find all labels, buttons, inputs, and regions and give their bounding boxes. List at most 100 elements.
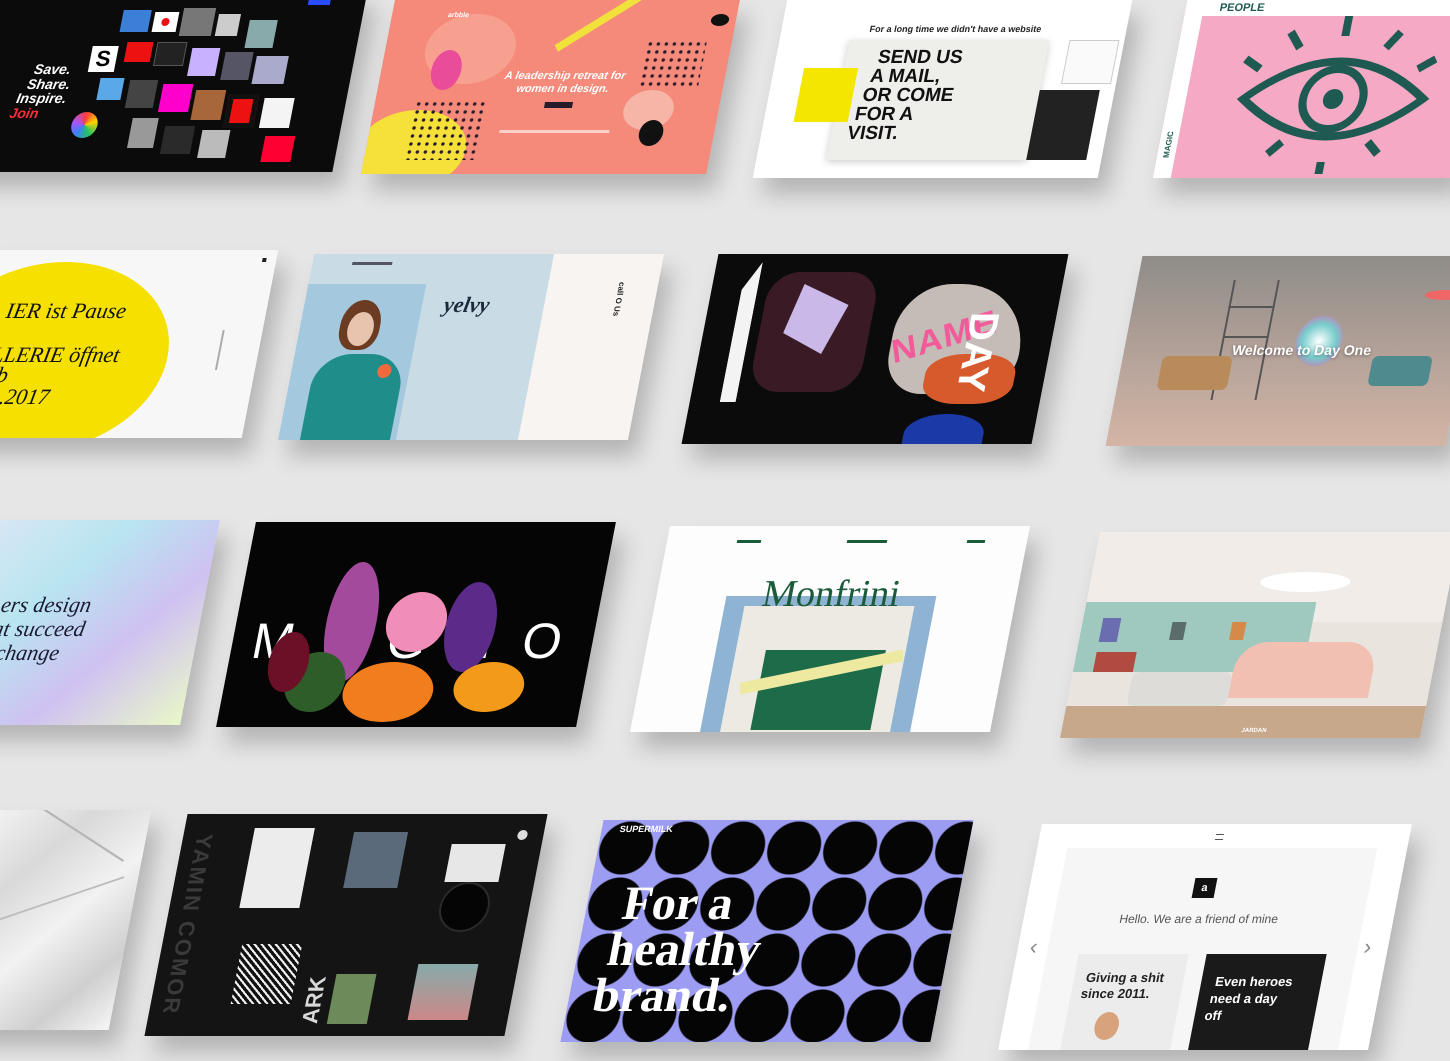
supermilk-brand: SUPERMILK bbox=[618, 824, 674, 834]
toggle-icon[interactable] bbox=[516, 830, 529, 840]
tile-monfrini[interactable]: Monfrini bbox=[629, 526, 1031, 732]
blue-blob bbox=[899, 414, 988, 444]
tile-pause[interactable]: IER ist Pause LLERIE öffnet ab 09.2017 bbox=[0, 250, 279, 438]
photo bbox=[1026, 90, 1100, 160]
vertical-title: YAMIN COMOR bbox=[157, 834, 218, 1016]
send-us-text: SEND US bbox=[876, 47, 965, 68]
tile-nameday[interactable]: NAME DAY bbox=[681, 254, 1069, 444]
thumb bbox=[152, 42, 188, 66]
pause-line-4: 09.2017 bbox=[0, 384, 52, 409]
side-text bbox=[214, 330, 225, 370]
holo-sphere bbox=[1291, 316, 1347, 366]
photo bbox=[444, 844, 506, 882]
dots bbox=[637, 40, 708, 90]
s-tile: S bbox=[87, 46, 119, 72]
a-mail-text: A MAIL, bbox=[868, 66, 943, 87]
typographic-poster bbox=[230, 944, 303, 1004]
thumb bbox=[222, 94, 260, 128]
gallery-caption: JARDAN bbox=[1240, 728, 1267, 734]
black-blob bbox=[709, 14, 731, 26]
dots bbox=[403, 100, 486, 160]
thumb bbox=[214, 14, 242, 36]
tile-gallery[interactable]: JARDAN bbox=[1059, 532, 1450, 738]
shelf bbox=[1228, 306, 1275, 308]
tile-magno[interactable]: MAGNO bbox=[216, 522, 616, 727]
tile-dark[interactable]: YAMIN COMOR ARK bbox=[144, 814, 548, 1036]
retreat-headline: A leadership retreat for women in design… bbox=[503, 70, 627, 95]
chairs bbox=[1367, 356, 1434, 386]
marble-vein bbox=[30, 810, 125, 862]
text-block bbox=[1060, 40, 1120, 84]
photo bbox=[326, 974, 377, 1024]
showcase-stage: Save. Share. Inspire. Join S arbble A le… bbox=[0, 0, 1450, 1061]
brand-logo: a bbox=[1191, 878, 1218, 898]
monfrini-word: Monfrini bbox=[758, 573, 905, 615]
tile-dayone[interactable]: Welcome to Day One bbox=[1105, 256, 1450, 446]
nav-left[interactable] bbox=[736, 540, 762, 543]
thumb bbox=[126, 118, 159, 148]
magazine bbox=[239, 828, 315, 908]
color-wheel-icon bbox=[68, 112, 100, 138]
tile-retreat[interactable]: arbble A leadership retreat for women in… bbox=[361, 0, 740, 174]
tile-leaders[interactable]: ers design at succeed f change bbox=[0, 520, 220, 725]
thumb bbox=[123, 42, 154, 62]
footer-links bbox=[499, 130, 610, 133]
giving-line-1: Giving a shit bbox=[1084, 970, 1166, 985]
tile-supermilk[interactable]: SUPERMILK For a healthy brand. bbox=[560, 820, 974, 1042]
vinyl-record bbox=[434, 882, 495, 932]
thumb bbox=[190, 90, 227, 120]
card-giving[interactable]: Giving a shit since 2011. bbox=[1059, 954, 1189, 1050]
thumb bbox=[178, 8, 217, 36]
menu-dot[interactable] bbox=[261, 258, 267, 262]
eye-icon bbox=[1236, 16, 1438, 174]
cta-button[interactable] bbox=[543, 102, 574, 108]
leaders-line-3: f change bbox=[0, 640, 62, 665]
nav-center[interactable] bbox=[846, 540, 888, 543]
join-link[interactable]: Join bbox=[8, 105, 40, 121]
tile-friend[interactable]: a Hello. We are a friend of mine Giving … bbox=[998, 824, 1412, 1050]
avatar bbox=[1091, 1012, 1122, 1040]
thumb bbox=[151, 12, 180, 32]
tile-sendmail[interactable]: For a long time we didn't have a website… bbox=[752, 0, 1133, 178]
yelvy-logo: yelvy bbox=[441, 292, 492, 317]
visit-text: VISIT. bbox=[845, 123, 901, 144]
call-us-link[interactable]: call O Us bbox=[611, 282, 627, 316]
next-arrow-icon[interactable]: › bbox=[1362, 934, 1374, 960]
signup-button[interactable] bbox=[307, 0, 332, 5]
hello-text: Hello. We are a friend of mine bbox=[1118, 912, 1280, 926]
tile-marble[interactable] bbox=[0, 810, 152, 1030]
prev-arrow-icon[interactable]: ‹ bbox=[1028, 934, 1040, 960]
thumb bbox=[157, 84, 194, 112]
menu-icon[interactable] bbox=[1214, 834, 1225, 840]
nav[interactable] bbox=[351, 262, 393, 265]
heroes-line-2: need a day bbox=[1208, 991, 1279, 1006]
card-heroes[interactable]: Even heroes need a day off bbox=[1187, 954, 1327, 1050]
headline-line-2: healthy bbox=[603, 923, 766, 976]
thumb bbox=[159, 126, 196, 154]
for-a-text: FOR A bbox=[853, 104, 916, 125]
photo bbox=[343, 832, 409, 888]
or-come-text: OR COME bbox=[860, 85, 956, 106]
giving-line-2: since 2011. bbox=[1079, 986, 1152, 1001]
thumb bbox=[260, 136, 296, 162]
arches-photo bbox=[407, 964, 479, 1020]
thumb bbox=[119, 10, 152, 32]
thumb bbox=[96, 78, 125, 100]
thumb bbox=[197, 130, 231, 158]
retreat-brand: arbble bbox=[447, 12, 470, 19]
heroes-line-3: off bbox=[1203, 1008, 1223, 1023]
shelf-post bbox=[1254, 280, 1280, 400]
ark-text: ARK bbox=[296, 976, 332, 1024]
tile-save-share[interactable]: Save. Share. Inspire. Join S bbox=[0, 0, 368, 172]
tile-yelvy[interactable]: yelvy call O Us bbox=[277, 254, 665, 440]
thumb bbox=[186, 48, 221, 76]
leaders-line-2: at succeed bbox=[0, 616, 88, 641]
tile-people[interactable]: PEOPLE MAGIC bbox=[1152, 0, 1450, 178]
nav-right[interactable] bbox=[966, 540, 986, 543]
yellow-note bbox=[793, 68, 859, 122]
armchair bbox=[1156, 356, 1234, 390]
shelf bbox=[1222, 336, 1269, 338]
headline-line-3: brand. bbox=[588, 969, 737, 1022]
thumb bbox=[258, 98, 295, 128]
leaders-line-1: ers design bbox=[0, 592, 94, 617]
